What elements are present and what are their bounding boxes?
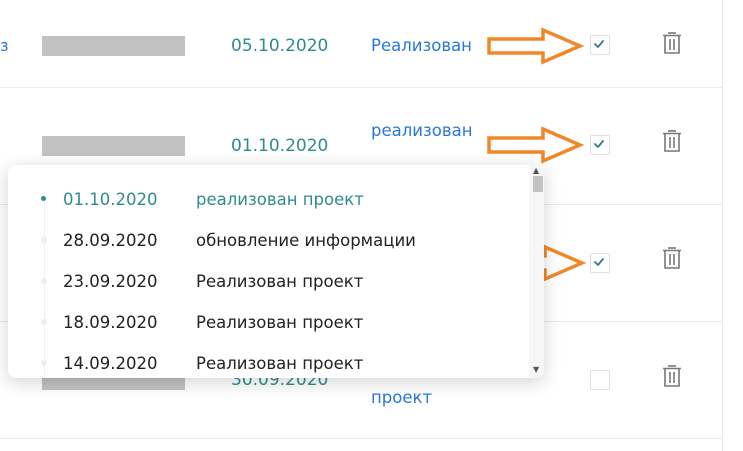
history-item[interactable]: 14.09.2020 Реализован проект (8, 354, 528, 378)
trash-icon (663, 32, 681, 54)
row-1-delete-button[interactable] (661, 30, 683, 56)
history-item-text: Реализован проект (196, 313, 364, 332)
check-icon (594, 258, 604, 266)
row-divider (0, 438, 722, 439)
row-4-status[interactable]: проект (371, 387, 432, 409)
history-item[interactable]: 28.09.2020 обновление информации (8, 231, 528, 271)
row-1-date: 05.10.2020 (231, 36, 329, 56)
history-item-date: 01.10.2020 (63, 190, 158, 209)
row-1-checkbox[interactable] (590, 35, 610, 55)
triangle-up-icon[interactable]: ▲ (533, 166, 539, 175)
row-1-status[interactable]: Реализован (371, 35, 472, 57)
status-history-popup[interactable]: 01.10.2020 реализован проект 28.09.2020 … (8, 165, 544, 378)
history-item-text: Реализован проект (196, 354, 364, 373)
history-list: 01.10.2020 реализован проект 28.09.2020 … (8, 165, 528, 378)
popup-scrollbar[interactable] (529, 165, 544, 378)
history-item-text: Реализован проект (196, 272, 364, 291)
row-3-delete-button[interactable] (661, 245, 683, 271)
trash-icon (663, 130, 681, 152)
row-4-checkbox[interactable] (590, 370, 610, 390)
trash-icon (663, 247, 681, 269)
row-2-status[interactable]: реализован (371, 120, 473, 142)
history-item[interactable]: 01.10.2020 реализован проект (8, 190, 528, 230)
row-1-left-edge-fragment: з (0, 36, 9, 55)
history-item-text: обновление информации (196, 231, 416, 250)
row-2-delete-button[interactable] (661, 128, 683, 154)
redacted-name-row-2 (42, 136, 185, 156)
redacted-name-row-1 (42, 36, 185, 56)
row-3-checkbox[interactable] (590, 253, 610, 273)
table-right-border (722, 0, 723, 451)
history-item-date: 14.09.2020 (63, 354, 158, 373)
row-divider (0, 87, 722, 88)
check-icon (594, 40, 604, 48)
arrow-right-icon (487, 27, 585, 65)
history-item[interactable]: 18.09.2020 Реализован проект (8, 313, 528, 353)
check-icon (594, 140, 604, 148)
arrow-right-icon (487, 126, 585, 164)
history-item-date: 28.09.2020 (63, 231, 158, 250)
popup-scrollbar-thumb[interactable] (533, 176, 543, 192)
history-item[interactable]: 23.09.2020 Реализован проект (8, 272, 528, 312)
row-2-date: 01.10.2020 (231, 136, 329, 156)
triangle-down-icon[interactable]: ▼ (533, 365, 539, 374)
history-item-date: 18.09.2020 (63, 313, 158, 332)
trash-icon (663, 365, 681, 387)
row-4-delete-button[interactable] (661, 363, 683, 389)
history-item-date: 23.09.2020 (63, 272, 158, 291)
row-2-checkbox[interactable] (590, 135, 610, 155)
history-item-text: реализован проект (196, 190, 364, 209)
